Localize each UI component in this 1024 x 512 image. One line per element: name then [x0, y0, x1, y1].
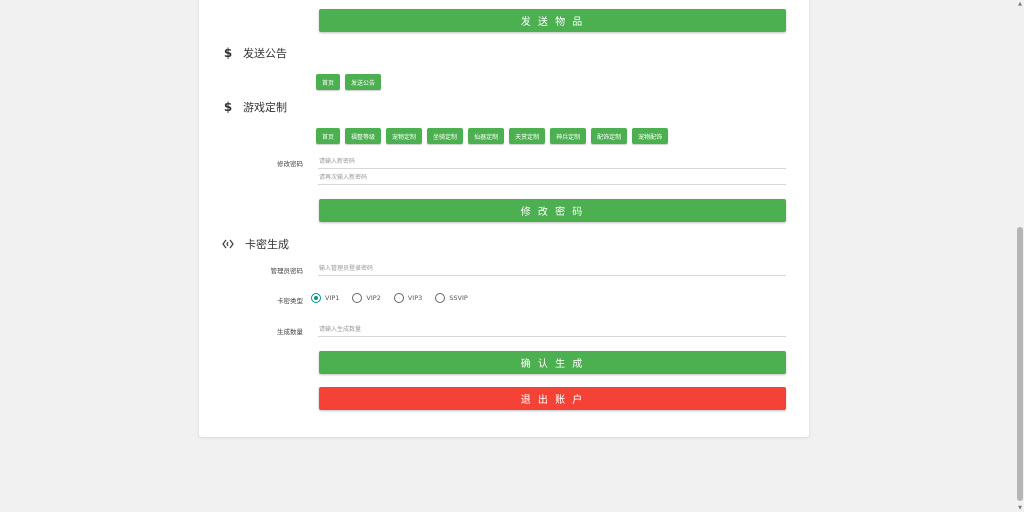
count-label: 生成数量	[277, 328, 303, 336]
confirm-password-input[interactable]	[318, 171, 786, 185]
radio-vip3-label: VIP3	[407, 294, 423, 302]
code-icon	[221, 239, 235, 249]
announce-home-button[interactable]: 首页	[316, 74, 341, 90]
game-title-text: 游戏定制	[243, 101, 287, 114]
radio-vip3[interactable]: VIP3	[393, 293, 423, 303]
radio-ssvip[interactable]: SSVIP	[435, 293, 468, 303]
change-password-button[interactable]: 修 改 密 码	[319, 199, 786, 222]
count-input[interactable]	[318, 323, 786, 337]
game-mount-button[interactable]: 坐骑定制	[427, 128, 464, 144]
game-accessory-button[interactable]: 配饰定制	[591, 128, 628, 144]
radio-vip2[interactable]: VIP2	[352, 293, 381, 303]
announce-title-text: 发送公告	[243, 47, 287, 60]
radio-unchecked-icon	[435, 293, 446, 303]
send-item-button[interactable]: 发 送 物 品	[319, 9, 786, 32]
dollar-icon: $	[223, 100, 233, 114]
game-weapon-button[interactable]: 神兵定制	[550, 128, 587, 144]
radio-unchecked-icon	[393, 293, 404, 303]
radio-checked-icon	[311, 293, 321, 303]
game-level-button[interactable]: 福整等级	[345, 128, 382, 144]
game-artifact-button[interactable]: 仙器定制	[468, 128, 505, 144]
game-button-row: 首页 福整等级 宠物定制 坐骑定制 仙器定制 天赏定制 神兵定制 配饰定制 宠物…	[316, 128, 669, 144]
radio-ssvip-label: SSVIP	[449, 294, 468, 302]
cardkey-title-text: 卡密生成	[245, 238, 289, 251]
scroll-down-icon[interactable]: ▼	[1017, 505, 1023, 511]
page-scrollbar[interactable]: ▲ ▼	[1016, 0, 1024, 512]
confirm-generate-button[interactable]: 确 认 生 成	[319, 351, 786, 374]
game-reward-button[interactable]: 天赏定制	[509, 128, 546, 144]
announce-section-title: $ 发送公告	[221, 45, 287, 61]
announce-send-button[interactable]: 发送公告	[345, 74, 382, 90]
dollar-icon: $	[223, 46, 233, 60]
card-type-radio-group: VIP1 VIP2 VIP3 SSVIP	[311, 293, 481, 303]
cardkey-section-title: 卡密生成	[221, 236, 289, 252]
password-label: 修改密码	[277, 160, 303, 168]
new-password-input[interactable]	[318, 155, 786, 169]
radio-vip2-label: VIP2	[366, 294, 381, 302]
admin-password-label: 管理员密码	[270, 267, 304, 275]
game-home-button[interactable]: 首页	[316, 128, 341, 144]
game-pet-accessory-button[interactable]: 宠物配饰	[632, 128, 669, 144]
logout-button[interactable]: 退 出 账 户	[319, 387, 786, 410]
scroll-up-icon[interactable]: ▲	[1017, 1, 1023, 7]
radio-vip1-label: VIP1	[325, 294, 340, 302]
radio-unchecked-icon	[352, 293, 363, 303]
admin-password-input[interactable]	[318, 262, 786, 276]
card-type-label: 卡密类型	[277, 297, 303, 305]
scroll-thumb[interactable]	[1017, 227, 1023, 501]
radio-vip1[interactable]: VIP1	[311, 293, 339, 303]
game-section-title: $ 游戏定制	[221, 99, 287, 115]
announce-button-row: 首页 发送公告	[316, 74, 382, 90]
game-pet-button[interactable]: 宠物定制	[386, 128, 423, 144]
